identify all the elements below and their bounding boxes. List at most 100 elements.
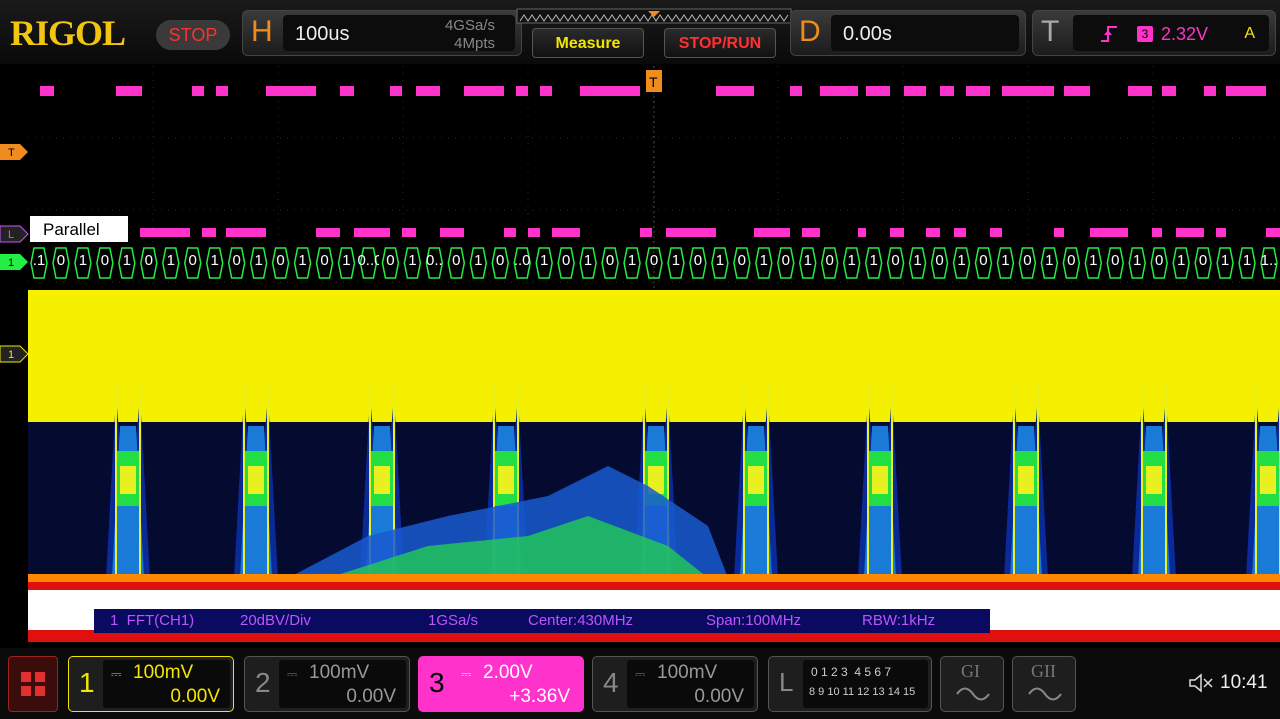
fft-rbw: RBW:1kHz [862, 612, 936, 629]
bus-value: 0 [188, 252, 197, 269]
delay-panel[interactable]: D 0.00s [790, 10, 1026, 56]
bus-value: 1 [1133, 252, 1142, 269]
channel3-scale: 2.00V [483, 662, 533, 683]
sample-rate: 4GSa/s [444, 17, 495, 34]
trigger-marker-label: T [8, 147, 15, 159]
waveform-grid[interactable]: T [28, 66, 1280, 642]
bus-value: ..0 [513, 252, 531, 269]
digital-bus-marker[interactable]: 1 [0, 254, 28, 270]
top-status-bar: RIGOL STOP H 100us 4GSa/s 4Mpts Measure … [0, 0, 1280, 64]
bus-value: 0 [561, 252, 571, 269]
memory-depth: 4Mpts [454, 35, 495, 52]
parallel-marker-label: L [8, 229, 14, 241]
parallel-bus-label: Parallel [30, 216, 128, 242]
bottom-channel-bar: 1 ⎓ 100mV 0.00V 2 ⎓ 100mV 0.00V 3 ⎓ 2.00… [0, 648, 1280, 719]
bus-value: 1 [803, 252, 812, 269]
bus-value: 1 [957, 252, 966, 269]
bus-value: 0 [649, 252, 659, 269]
bus-value: 0 [496, 252, 505, 269]
channel4-offset: 0.00V [694, 686, 744, 707]
trigger-level-marker[interactable]: T [0, 144, 28, 160]
fft-spectrum [28, 386, 1280, 642]
bus-value: 1 [78, 252, 88, 269]
bus-value: 0 [386, 252, 395, 269]
mute-speaker-icon[interactable] [1188, 672, 1214, 694]
bus-value: 1 [210, 252, 219, 269]
fft-info-bar[interactable]: 1 FFT(CH1) 20dBV/Div 1GSa/s Center:430MH… [94, 609, 990, 633]
rigol-logo: RIGOL [10, 13, 126, 53]
channel1-trace [28, 290, 1280, 422]
bus-value: 0 [737, 252, 747, 269]
bus-value: 1 [254, 252, 263, 269]
bus-value: 0 [979, 252, 988, 269]
channel3-box[interactable]: 3 ⎓ 2.00V +3.36V [418, 656, 584, 712]
measure-button[interactable]: Measure [532, 28, 644, 58]
svg-text:T: T [649, 74, 658, 90]
sine-wave-icon [956, 687, 990, 701]
trigger-key: T [1041, 15, 1060, 48]
bus-value: 1 [715, 252, 725, 269]
channel3-number: 3 [429, 667, 445, 698]
bus-value: 1 [122, 252, 131, 269]
dc-coupling-icon: ⎓ [461, 666, 472, 681]
sine-wave-icon [1028, 687, 1062, 701]
bus-value: 1 [539, 252, 549, 269]
bus-value: 0 [605, 252, 615, 269]
trigger-level: 2.32V [1161, 24, 1209, 44]
fft-rate: 1GSa/s [428, 612, 479, 629]
channel4-box[interactable]: 4 ⎓ 100mV 0.00V [592, 656, 758, 712]
bus-value: 0 [452, 252, 461, 269]
generator1-label: GI [961, 661, 980, 681]
channel2-scale: 100mV [309, 662, 370, 683]
channel3-trace [40, 86, 1280, 237]
trigger-panel[interactable]: T 3 2.32V A [1032, 10, 1276, 56]
trigger-position-marker[interactable]: T [646, 70, 662, 92]
bus-value: 1 [627, 252, 637, 269]
delay-key: D [799, 15, 821, 48]
trigger-source-badge: 3 [1137, 26, 1153, 42]
memory-position-strip [516, 8, 792, 24]
fft-center: Center:430MHz [528, 612, 634, 629]
fft-scale: 20dBV/Div [240, 612, 311, 629]
channel2-number: 2 [255, 667, 271, 698]
parallel-bus-marker[interactable]: L [0, 225, 29, 243]
bus-value: 1 [1242, 252, 1252, 269]
dc-coupling-icon: ⎓ [287, 666, 298, 681]
bus-value: 1 [913, 252, 922, 269]
bus-value: 0 [320, 252, 329, 269]
channel3-offset: +3.36V [509, 686, 570, 707]
left-marker-column: T L 1 1 [0, 144, 29, 363]
bus-value: 0 [1111, 252, 1120, 269]
bus-value: 0 [1155, 252, 1164, 269]
horizontal-panel[interactable]: H 100us 4GSa/s 4Mpts [242, 10, 522, 56]
generator1-button[interactable]: GI [940, 656, 1004, 712]
bus-value: 0 [144, 252, 153, 269]
trigger-mode: A [1244, 25, 1255, 42]
bus-value: 0 [100, 252, 110, 269]
channel2-box[interactable]: 2 ⎓ 100mV 0.00V [244, 656, 410, 712]
logic-key: L [779, 667, 794, 697]
logic-channels-row2: 8 9 10 11 12 13 14 15 [809, 686, 916, 698]
bus-value: 0.. [425, 252, 443, 269]
run-state-indicator[interactable]: STOP [156, 20, 230, 50]
bus-value: 0 [825, 252, 834, 269]
digital-marker-label: 1 [8, 257, 14, 269]
bus-value: 0..0.. [357, 252, 380, 269]
logic-analyzer-box[interactable]: L 0 1 2 3 4 5 6 7 8 9 10 11 12 13 14 15 [768, 656, 932, 712]
delay-value: 0.00s [843, 23, 892, 45]
bus-value: 0 [1023, 252, 1032, 269]
fft-source: 1 FFT(CH1) [110, 612, 195, 629]
dc-coupling-icon: ⎓ [635, 666, 646, 681]
bus-value: 0 [1198, 252, 1208, 269]
channel1-marker-label: 1 [8, 349, 14, 361]
stop-run-button[interactable]: STOP/RUN [664, 28, 776, 58]
channel1-box[interactable]: 1 ⎓ 100mV 0.00V [68, 656, 234, 712]
channel2-offset: 0.00V [346, 686, 396, 707]
bus-value: 0 [232, 252, 241, 269]
app-menu-button[interactable] [8, 656, 58, 712]
bus-value: 1 [474, 252, 483, 269]
generator2-button[interactable]: GII [1012, 656, 1076, 712]
dc-coupling-icon: ⎓ [111, 666, 122, 681]
bus-value: 0 [935, 252, 944, 269]
channel1-offset-marker[interactable]: 1 [0, 345, 29, 363]
